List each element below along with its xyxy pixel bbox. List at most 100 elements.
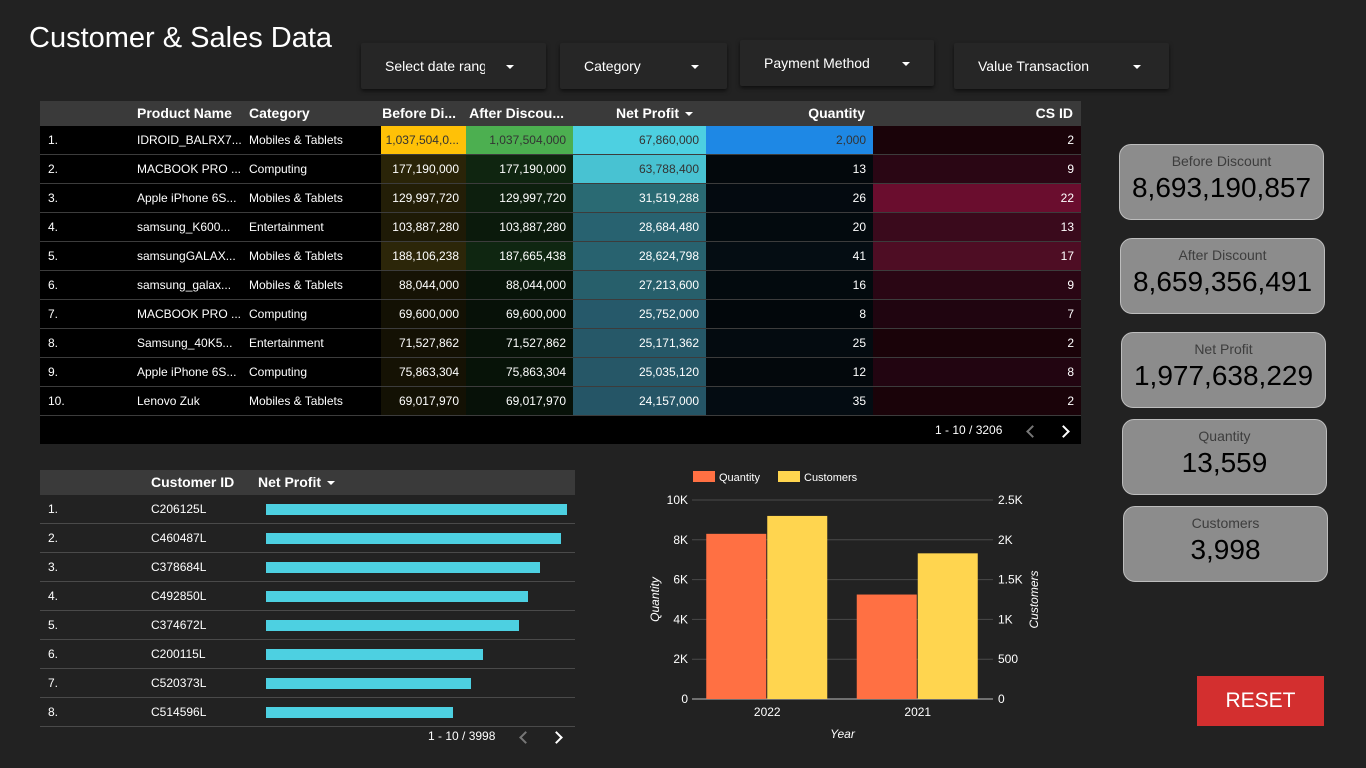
after-discount-cell: 103,887,280	[466, 213, 573, 241]
customer-id-cell: C492850L	[151, 589, 207, 603]
customer-id-cell: C206125L	[151, 502, 207, 516]
quantity-cell: 8	[706, 300, 873, 328]
after-discount-cell: 88,044,000	[466, 271, 573, 299]
table-row[interactable]: 5. C374672L	[40, 611, 575, 640]
customer-id-cell: C374672L	[151, 618, 207, 632]
bar-quantity-2022	[706, 533, 767, 699]
table-row[interactable]: 7. C520373L	[40, 669, 575, 698]
net-profit-cell: 67,860,000	[573, 126, 706, 154]
row-index-cell: 4.	[48, 589, 59, 603]
page-title: Customer & Sales Data	[29, 22, 333, 54]
table-row[interactable]: 3. C378684L	[40, 553, 575, 582]
table-row[interactable]: 1. C206125L	[40, 495, 575, 524]
product-name-cell: samsung_galax...	[137, 278, 232, 292]
table-row[interactable]: 10. Lenovo Zuk Mobiles & Tablets 69,017,970…	[40, 387, 1081, 416]
chevron-left-icon[interactable]	[1026, 425, 1039, 438]
y-tick-label-right: 2K	[998, 533, 1013, 547]
column-header-quantity[interactable]: Quantity	[706, 101, 872, 126]
table-row[interactable]: 2. MACBOOK PRO ... Computing 177,190,000 177…	[40, 155, 1081, 184]
scorecard-value: 3,998	[1190, 534, 1261, 565]
product-sales-table: Product Name Category Before Di... After…	[40, 101, 1081, 444]
customer-id-cell: C520373L	[151, 676, 207, 690]
after-discount-cell: 1,037,504,000	[466, 126, 573, 154]
before-discount-cell: 69,600,000	[381, 300, 466, 328]
before-discount-cell: 129,997,720	[381, 184, 466, 212]
column-header-net-profit[interactable]: Net Profit	[573, 101, 705, 126]
row-index-cell: 5.	[48, 618, 59, 632]
table-header: Customer ID Net Profit	[40, 470, 575, 495]
table-row[interactable]: 2. C460487L	[40, 524, 575, 553]
table-row[interactable]: 1. IDROID_BALRX7... Mobiles & Tablets 1,037…	[40, 126, 1081, 155]
y-tick-label-right: 1.5K	[998, 573, 1023, 587]
before-discount-cell: 69,017,970	[381, 387, 466, 415]
after-discount-cell: 71,527,862	[466, 329, 573, 357]
net-profit-cell: 25,035,120	[573, 358, 706, 386]
row-index-cell: 10.	[48, 394, 65, 408]
table-row[interactable]: 5. samsungGALAX... Mobiles & Tablets 188,10…	[40, 242, 1081, 271]
column-header-net-profit[interactable]: Net Profit	[258, 470, 378, 495]
column-header-category[interactable]: Category	[249, 101, 369, 126]
product-name-cell: samsungGALAX...	[137, 249, 236, 263]
customer-id-cell: C200115L	[151, 647, 206, 661]
table-row[interactable]: 7. MACBOOK PRO ... Computing 69,600,000 69,6…	[40, 300, 1081, 329]
chevron-right-icon[interactable]	[1057, 425, 1070, 438]
net-profit-bar	[266, 562, 540, 573]
row-index-cell: 9.	[48, 365, 59, 379]
quantity-cell: 35	[706, 387, 873, 415]
table-row[interactable]: 3. Apple iPhone 6S... Mobiles & Tablets 129…	[40, 184, 1081, 213]
column-header-product-name[interactable]: Product Name	[137, 101, 247, 126]
y-tick-label-left: 4K	[673, 612, 688, 626]
customer-id-cell: C378684L	[151, 560, 207, 574]
row-index-cell: 7.	[48, 307, 59, 321]
cs-id-cell: 9	[873, 155, 1081, 183]
product-name-cell: samsung_K600...	[137, 220, 231, 234]
row-index-cell: 2.	[48, 162, 59, 176]
legend-label-quantity: Quantity	[719, 472, 760, 484]
after-discount-cell: 187,665,438	[466, 242, 573, 270]
net-profit-bar	[266, 591, 528, 602]
date-range-filter[interactable]: Select date range	[361, 43, 546, 89]
quantity-cell: 13	[706, 155, 873, 183]
y-tick-label-left: 10K	[667, 493, 688, 507]
x-tick-label: 2021	[904, 705, 931, 719]
reset-button[interactable]: RESET	[1197, 676, 1324, 726]
net-profit-bar	[266, 649, 483, 660]
category-filter[interactable]: Category	[560, 43, 727, 89]
chevron-right-icon[interactable]	[550, 731, 563, 744]
table-row[interactable]: 4. C492850L	[40, 582, 575, 611]
scorecard-label: Quantity	[1198, 428, 1251, 444]
table-row[interactable]: 9. Apple iPhone 6S... Computing 75,863,304 7…	[40, 358, 1081, 387]
scorecard-after-discount: After Discount 8,659,356,491	[1120, 238, 1325, 314]
bar-customers-2021	[917, 553, 978, 699]
quantity-cell: 20	[706, 213, 873, 241]
value-transaction-filter[interactable]: Value Transaction	[954, 43, 1169, 89]
table-row[interactable]: 8. C514596L	[40, 698, 575, 727]
table-row[interactable]: 4. samsung_K600... Entertainment 103,887,28…	[40, 213, 1081, 242]
column-header-customer-id[interactable]: Customer ID	[151, 470, 251, 495]
chevron-left-icon[interactable]	[519, 731, 532, 744]
net-profit-cell: 28,684,480	[573, 213, 706, 241]
before-discount-cell: 75,863,304	[381, 358, 466, 386]
table-row[interactable]: 8. Samsung_40K5... Entertainment 71,527,862…	[40, 329, 1081, 358]
column-header-after-discount[interactable]: After Discou...	[466, 101, 572, 126]
net-profit-cell: 24,157,000	[573, 387, 706, 415]
y-tick-label-left: 8K	[673, 533, 688, 547]
payment-method-filter[interactable]: Payment Method	[740, 40, 934, 86]
quantity-cell: 25	[706, 329, 873, 357]
sort-caret-down-icon	[685, 112, 693, 117]
category-cell: Mobiles & Tablets	[249, 249, 343, 263]
table-row[interactable]: 6. samsung_galax... Mobiles & Tablets 88,04…	[40, 271, 1081, 300]
y-tick-label-right: 0	[998, 692, 1005, 706]
row-index-cell: 7.	[48, 676, 59, 690]
y-tick-label-right: 2.5K	[998, 493, 1023, 507]
table-row[interactable]: 6. C200115L	[40, 640, 575, 669]
column-header-cs-id[interactable]: CS ID	[873, 101, 1081, 126]
x-axis-title: Year	[830, 727, 856, 741]
x-tick-label: 2022	[754, 705, 781, 719]
column-header-before-discount[interactable]: Before Di...	[381, 101, 465, 126]
quantity-cell: 2,000	[706, 126, 873, 154]
scorecard-customers: Customers 3,998	[1123, 506, 1328, 582]
net-profit-header-label: Net Profit	[616, 105, 679, 121]
y-tick-label-left: 2K	[673, 652, 688, 666]
scorecard-value: 13,559	[1181, 447, 1268, 478]
